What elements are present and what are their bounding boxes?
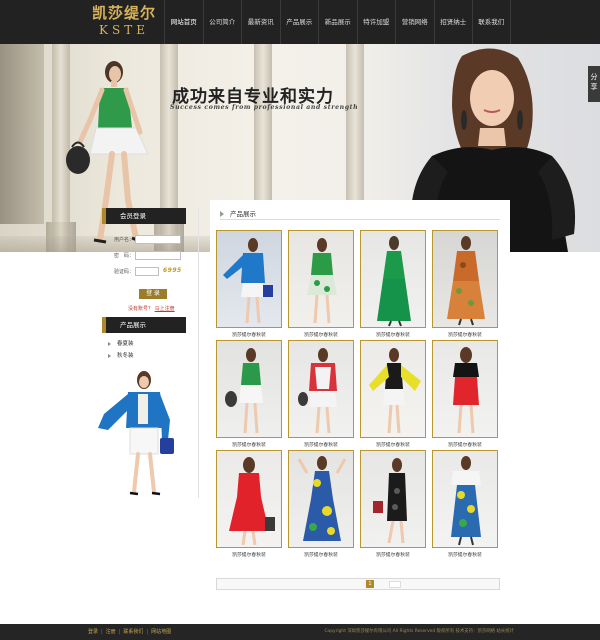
product-image[interactable]	[360, 340, 426, 438]
banner-subtitle: Success comes from professional and stre…	[170, 104, 359, 111]
product-card[interactable]: 凯莎缇尔春秋装	[288, 230, 354, 338]
product-image[interactable]	[288, 450, 354, 548]
site-logo[interactable]: 凯莎缇尔 KSTE	[86, 4, 162, 40]
site-footer: 登录 | 注册 | 联系我们 | 网站地图 Copyright 深圳凯莎缇尔有限公司 All…	[0, 624, 600, 640]
category-item-autumn-winter[interactable]: 秋冬装	[108, 351, 134, 359]
register-line: 没有账号？ 马上注册	[128, 305, 175, 312]
product-section-title: 产品展示	[230, 210, 256, 218]
product-name[interactable]: 凯莎缇尔春秋装	[216, 551, 282, 558]
product-name[interactable]: 凯莎缇尔春秋装	[216, 441, 282, 448]
product-image[interactable]	[216, 450, 282, 548]
product-card[interactable]: 凯莎缇尔春秋装	[360, 450, 426, 558]
captcha-image[interactable]: 6995	[163, 267, 182, 274]
nav-about[interactable]: 公司简介	[202, 0, 242, 44]
sidebar-divider	[198, 208, 199, 498]
pagination-bar	[216, 578, 500, 590]
product-name[interactable]: 凯莎缇尔春秋装	[288, 551, 354, 558]
product-image[interactable]	[216, 230, 282, 328]
product-card[interactable]: 凯莎缇尔春秋装	[360, 230, 426, 338]
product-image[interactable]	[360, 450, 426, 548]
product-card[interactable]: 凯莎缇尔春秋装	[216, 340, 282, 448]
product-name[interactable]: 凯莎缇尔春秋装	[432, 441, 498, 448]
banner-arch	[0, 44, 44, 224]
register-link[interactable]: 马上注册	[155, 306, 175, 312]
bullet-icon	[108, 341, 111, 346]
product-image[interactable]	[432, 230, 498, 328]
main-nav: 网站首页 公司简介 最新资讯 产品展示 新品展示 特许加盟 营销网络 招贤纳士 …	[164, 0, 511, 44]
nav-contact[interactable]: 联系我们	[472, 0, 511, 44]
product-name[interactable]: 凯莎缇尔春秋装	[360, 441, 426, 448]
product-card[interactable]: 凯莎缇尔春秋装	[216, 450, 282, 558]
product-image[interactable]	[360, 230, 426, 328]
category-item-spring-summer[interactable]: 春夏装	[108, 339, 134, 347]
product-name[interactable]: 凯莎缇尔春秋装	[360, 331, 426, 338]
captcha-row: 验证码： 6995	[102, 267, 186, 277]
product-name[interactable]: 凯莎缇尔春秋装	[360, 551, 426, 558]
product-image[interactable]	[216, 340, 282, 438]
nav-new-products[interactable]: 新品展示	[318, 0, 357, 44]
triangle-icon	[220, 211, 224, 217]
product-card[interactable]: 凯莎缇尔春秋装	[216, 230, 282, 338]
product-image[interactable]	[432, 450, 498, 548]
password-row: 密 码：	[102, 251, 186, 261]
product-image[interactable]	[288, 230, 354, 328]
product-image[interactable]	[432, 340, 498, 438]
product-image[interactable]	[288, 340, 354, 438]
nav-recruitment[interactable]: 招贤纳士	[433, 0, 473, 44]
left-sidebar: 会员登录 用户名： 密 码： 验证码： 6995 登 录 没有账号？ 马上注册 …	[98, 208, 186, 496]
category-panel-title: 产品展示	[102, 317, 186, 333]
pagination-current-page[interactable]: 1	[366, 580, 374, 588]
username-label: 用户名：	[113, 237, 134, 243]
product-section-header: 产品展示	[220, 208, 500, 220]
product-card[interactable]: 凯莎缇尔春秋装	[432, 230, 498, 338]
product-card[interactable]: 凯莎缇尔春秋装	[360, 340, 426, 448]
footer-link-sitemap[interactable]: 网站地图	[151, 629, 171, 635]
username-row: 用户名：	[102, 235, 186, 245]
nav-products[interactable]: 产品展示	[279, 0, 319, 44]
nav-home[interactable]: 网站首页	[164, 0, 203, 44]
login-button[interactable]: 登 录	[139, 289, 167, 299]
site-header: 凯莎缇尔 KSTE 网站首页 公司简介 最新资讯 产品展示 新品展示 特许加盟 …	[0, 0, 600, 44]
no-account-text: 没有账号？	[128, 306, 154, 312]
nav-franchise[interactable]: 特许加盟	[356, 0, 396, 44]
category-label: 春夏装	[117, 341, 134, 347]
page: 凯莎缇尔 KSTE 网站首页 公司简介 最新资讯 产品展示 新品展示 特许加盟 …	[0, 0, 600, 640]
product-name[interactable]: 凯莎缇尔春秋装	[288, 441, 354, 448]
product-card[interactable]: 凯莎缇尔春秋装	[432, 340, 498, 448]
logo-chinese: 凯莎缇尔	[91, 4, 156, 22]
bullet-icon	[108, 353, 111, 358]
login-panel-title: 会员登录	[102, 208, 186, 224]
product-name[interactable]: 凯莎缇尔春秋装	[216, 331, 282, 338]
product-name[interactable]: 凯莎缇尔春秋装	[432, 551, 498, 558]
username-input[interactable]	[135, 235, 181, 244]
footer-link-contact[interactable]: 联系我们	[123, 629, 143, 635]
share-tab[interactable]: 分享	[588, 66, 600, 102]
product-card[interactable]: 凯莎缇尔春秋装	[432, 450, 498, 558]
nav-marketing-network[interactable]: 营销网络	[395, 0, 434, 44]
logo-english: KSTE	[99, 23, 149, 37]
footer-copyright: Copyright 深圳凯莎缇尔有限公司 All Rights Reserved…	[324, 629, 514, 634]
product-card[interactable]: 凯莎缇尔春秋装	[288, 450, 354, 558]
password-input[interactable]	[135, 251, 181, 260]
pagination-next-button[interactable]	[389, 581, 401, 588]
nav-news[interactable]: 最新资讯	[241, 0, 280, 44]
footer-link-register[interactable]: 注册	[106, 629, 116, 635]
product-card[interactable]: 凯莎缇尔春秋装	[288, 340, 354, 448]
password-label: 密 码：	[113, 253, 134, 259]
sidebar-model-image	[98, 371, 174, 496]
footer-links: 登录 | 注册 | 联系我们 | 网站地图	[88, 629, 172, 635]
footer-link-login[interactable]: 登录	[88, 629, 98, 635]
category-label: 秋冬装	[117, 353, 134, 359]
captcha-label: 验证码：	[113, 269, 134, 275]
product-name[interactable]: 凯莎缇尔春秋装	[432, 331, 498, 338]
captcha-input[interactable]	[135, 267, 159, 276]
product-name[interactable]: 凯莎缇尔春秋装	[288, 331, 354, 338]
